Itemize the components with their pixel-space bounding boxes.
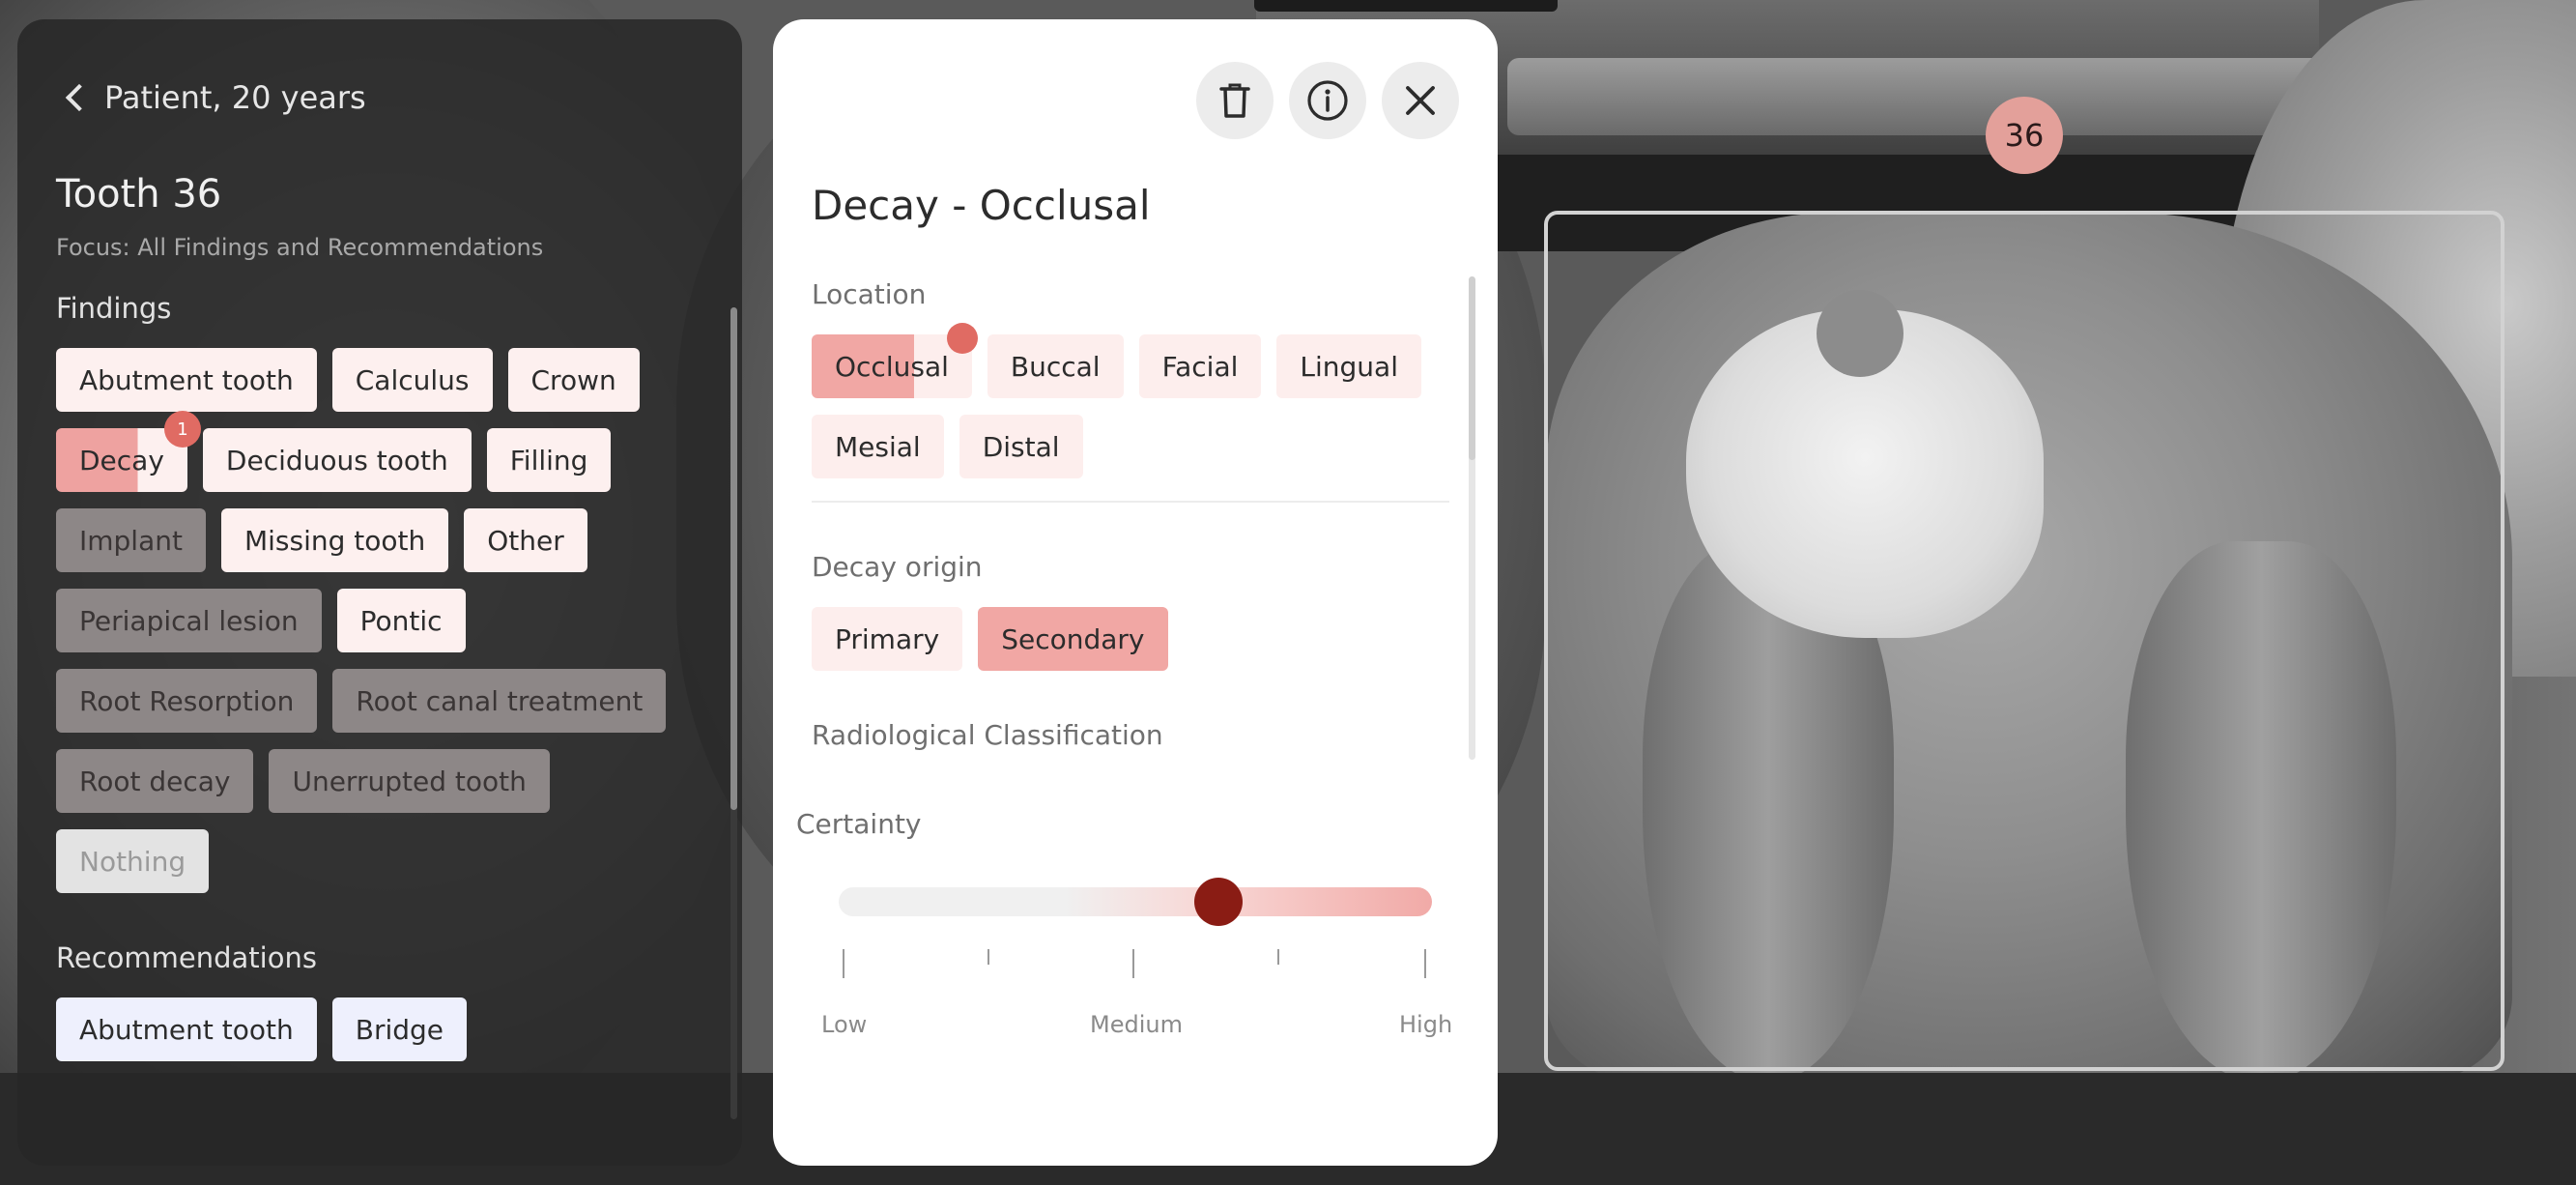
app-root: 36 Patient, 20 years Tooth 36 Focus: All… — [0, 0, 2576, 1185]
finding-chip-nothing[interactable]: Nothing — [56, 829, 210, 893]
back-button[interactable]: Patient, 20 years — [64, 79, 366, 116]
recommendations-list: Abutment tooth Bridge — [56, 997, 694, 1061]
focus-text: Focus: All Findings and Recommendations — [56, 234, 544, 261]
finding-chip-label: Missing tooth — [243, 524, 426, 557]
certainty-heading: Certainty — [796, 808, 922, 840]
recommendation-chip-abutment-tooth[interactable]: Abutment tooth — [56, 997, 317, 1061]
certainty-slider-track[interactable] — [839, 887, 1432, 916]
finding-chip-missing-tooth[interactable]: Missing tooth — [220, 508, 449, 572]
finding-chip-label: Root Resorption — [79, 684, 295, 717]
certainty-slider-thumb[interactable] — [1193, 878, 1243, 926]
finding-chip-root-decay[interactable]: Root decay — [56, 749, 254, 813]
finding-chip-label: Deciduous tooth — [225, 444, 448, 477]
finding-chip-label: Periapical lesion — [79, 604, 299, 637]
finding-count-badge: 1 — [163, 411, 201, 448]
location-chip-label: Buccal — [1010, 350, 1101, 383]
location-chip-label: Facial — [1161, 350, 1239, 383]
findings-sidebar: Patient, 20 years Tooth 36 Focus: All Fi… — [17, 19, 742, 1166]
location-chip-facial[interactable]: Facial — [1138, 334, 1262, 398]
findings-list: Abutment tooth Calculus Crown Decay 1 Deciduo… — [56, 348, 694, 893]
finding-chip-label: Abutment tooth — [79, 363, 294, 396]
finding-chip-label: Crown — [530, 363, 616, 396]
modal-scrollbar[interactable] — [1469, 276, 1475, 460]
origin-chip-primary[interactable]: Primary — [812, 607, 963, 671]
location-chip-label: Occlusal — [835, 350, 949, 383]
location-chip-mesial[interactable]: Mesial — [812, 415, 944, 478]
trash-icon — [1219, 83, 1250, 118]
finding-chip-label: Root decay — [79, 765, 231, 797]
origin-chip-secondary[interactable]: Secondary — [978, 607, 1168, 671]
slider-tick — [987, 949, 989, 965]
finding-chip-label: Root canal treatment — [356, 684, 644, 717]
tooth-region-box[interactable] — [1544, 211, 2504, 1071]
finding-chip-periapical-lesion[interactable]: Periapical lesion — [56, 589, 322, 652]
close-icon — [1406, 86, 1435, 115]
finding-chip-label: Other — [487, 524, 564, 557]
decay-origin-options: Primary Secondary — [812, 607, 1440, 671]
location-chip-lingual[interactable]: Lingual — [1276, 334, 1421, 398]
finding-chip-root-canal-treatment[interactable]: Root canal treatment — [332, 669, 667, 733]
radiological-classification-heading[interactable]: Radiological Classification — [812, 719, 1163, 751]
finding-chip-pontic[interactable]: Pontic — [336, 589, 466, 652]
finding-chip-other[interactable]: Other — [464, 508, 587, 572]
finding-chip-unerrupted-tooth[interactable]: Unerrupted tooth — [269, 749, 550, 813]
slider-tick — [1277, 949, 1279, 965]
recommendation-chip-label: Bridge — [355, 1013, 444, 1046]
location-chip-buccal[interactable]: Buccal — [987, 334, 1124, 398]
tooth-title: Tooth 36 — [56, 172, 222, 217]
delete-button[interactable] — [1196, 62, 1274, 139]
back-label: Patient, 20 years — [104, 79, 366, 116]
finding-chip-filling[interactable]: Filling — [486, 428, 612, 492]
finding-chip-label: Pontic — [359, 604, 443, 637]
location-heading: Location — [812, 278, 927, 310]
top-handle — [1254, 0, 1558, 12]
recommendation-chip-bridge[interactable]: Bridge — [331, 997, 468, 1061]
origin-chip-label: Primary — [835, 622, 940, 655]
location-options: Occlusal Buccal Facial Lingual Mesial Distal — [812, 323, 1440, 478]
tooth-number-badge[interactable]: 36 — [1986, 97, 2063, 174]
section-divider — [812, 501, 1449, 503]
location-chip-label: Mesial — [835, 430, 921, 463]
location-chip-label: Lingual — [1300, 350, 1398, 383]
slider-tick — [1424, 949, 1426, 978]
location-chip-distal[interactable]: Distal — [959, 415, 1083, 478]
chevron-left-icon — [65, 83, 94, 112]
finding-chip-label: Implant — [79, 524, 183, 557]
finding-chip-deciduous-tooth[interactable]: Deciduous tooth — [202, 428, 472, 492]
decay-origin-heading: Decay origin — [812, 551, 983, 583]
xray-bar — [1507, 58, 2377, 135]
finding-chip-abutment-tooth[interactable]: Abutment tooth — [56, 348, 317, 412]
location-chip-label: Distal — [982, 430, 1060, 463]
finding-chip-label: Nothing — [79, 845, 186, 878]
location-indicator-dot — [946, 323, 978, 354]
location-chip-occlusal[interactable]: Occlusal — [812, 323, 978, 398]
finding-detail-panel: Decay - Occlusal Location Occlusal Buccal… — [773, 19, 1498, 1166]
finding-chip-label: Calculus — [355, 363, 470, 396]
recommendations-heading: Recommendations — [56, 941, 317, 974]
slider-tick — [843, 949, 844, 978]
sidebar-scrollbar[interactable] — [730, 307, 737, 810]
certainty-low-label: Low — [821, 1011, 868, 1038]
info-icon — [1307, 80, 1348, 121]
finding-chip-calculus[interactable]: Calculus — [331, 348, 493, 412]
close-button[interactable] — [1382, 62, 1459, 139]
findings-heading: Findings — [56, 292, 172, 325]
finding-chip-crown[interactable]: Crown — [507, 348, 640, 412]
finding-chip-root-resorption[interactable]: Root Resorption — [56, 669, 318, 733]
recommendation-chip-label: Abutment tooth — [79, 1013, 294, 1046]
info-button[interactable] — [1289, 62, 1366, 139]
finding-chip-label: Decay — [79, 444, 164, 477]
finding-chip-decay[interactable]: Decay 1 — [56, 411, 201, 492]
slider-tick — [1132, 949, 1134, 978]
finding-chip-label: Filling — [509, 444, 588, 477]
finding-title: Decay - Occlusal — [812, 182, 1151, 229]
certainty-medium-label: Medium — [1090, 1011, 1183, 1038]
finding-chip-label: Unerrupted tooth — [292, 765, 527, 797]
certainty-high-label: High — [1399, 1011, 1453, 1038]
origin-chip-label: Secondary — [1001, 622, 1145, 655]
finding-chip-implant[interactable]: Implant — [56, 508, 206, 572]
